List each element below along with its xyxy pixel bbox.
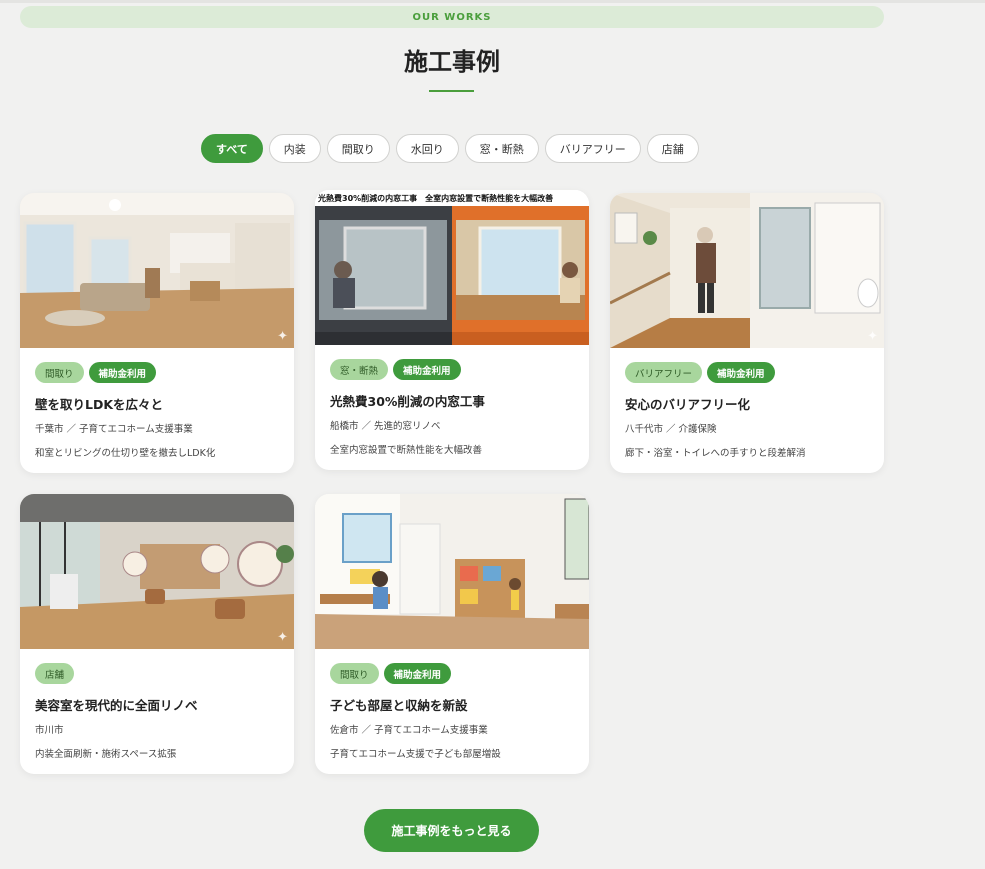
card-title: 子ども部屋と収納を新設 [330,698,468,713]
view-more-button[interactable]: 施工事例をもっと見る [364,809,539,852]
filter-interior[interactable]: 内装 [268,134,321,163]
subsidy-tag: 補助金利用 [88,362,157,383]
subsidy-tag: 補助金利用 [707,362,775,383]
title-underline [429,90,474,92]
filter-bar: すべて 内装 間取り 水回り 窓・断熱 バリアフリー 店舗 [201,134,699,163]
card-description: 内装全面刷新・施術スペース拡張 [35,749,177,760]
subsidy-tag: 補助金利用 [393,359,461,380]
work-card[interactable]: ✦ 店舗 美容室を現代的に全面リノベ 市川市 内装全面刷新・施術スペース拡張 [20,494,294,774]
living-room-photo: ✦ [20,193,294,348]
filter-window-insulation[interactable]: 窓・断熱 [464,134,539,163]
card-description: 子育てエコホーム支援で子ども部屋増設 [330,749,501,760]
sparkle-icon: ✦ [867,329,878,344]
card-description: 全室内窓設置で断熱性能を大幅改善 [330,445,483,456]
page-title: 施工事例 [404,47,500,76]
filter-store[interactable]: 店舗 [646,134,699,163]
salon-interior-photo: ✦ [20,494,294,649]
card-title: 壁を取りLDKを広々と [35,397,164,412]
sparkle-icon: ✦ [277,630,288,645]
work-card[interactable]: 間取り 補助金利用 子ども部屋と収納を新設 佐倉市 ／ 子育てエコホーム支援事業… [315,494,589,774]
card-meta: 船橋市 ／ 先進的窓リノベ [330,421,441,432]
card-title: 光熱費30%削減の内窓工事 [330,394,485,409]
barrier-free-hallway-photo: ✦ [610,193,884,348]
filter-plumbing[interactable]: 水回り [395,134,459,163]
category-tag: 店舗 [35,663,75,684]
sparkle-icon: ✦ [277,329,288,344]
subsidy-tag: 補助金利用 [383,663,452,684]
category-tag: 窓・断熱 [330,359,389,380]
work-card[interactable]: ✦ バリアフリー 補助金利用 安心のバリアフリー化 八千代市 ／ 介護保険 廊下… [610,193,884,473]
section-eyebrow: OUR WORKS [20,6,884,28]
card-meta: 市川市 [35,725,64,736]
category-tag: 間取り [330,663,379,684]
work-card[interactable]: 光熱費30%削減の内窓工事 全室内窓設置で断熱性能を大幅改善 窓・断熱 補助金利… [315,190,589,470]
work-card[interactable]: ✦ 間取り 補助金利用 壁を取りLDKを広々と 千葉市 ／ 子育てエコホーム支援… [20,193,294,473]
card-meta: 千葉市 ／ 子育てエコホーム支援事業 [35,424,193,435]
card-title: 安心のバリアフリー化 [625,397,751,412]
card-meta: 八千代市 ／ 介護保険 [625,424,717,435]
top-divider [0,0,985,3]
filter-all[interactable]: すべて [201,134,263,163]
card-description: 和室とリビングの仕切り壁を撤去しLDK化 [35,448,216,459]
window-insulation-photo: 光熱費30%削減の内窓工事 全室内窓設置で断熱性能を大幅改善 [315,190,589,345]
filter-layout[interactable]: 間取り [326,134,390,163]
filter-barrier-free[interactable]: バリアフリー [544,134,641,163]
card-meta: 佐倉市 ／ 子育てエコホーム支援事業 [330,725,488,736]
kids-room-photo [315,494,589,649]
card-title: 美容室を現代的に全面リノベ [35,698,198,713]
photo-banner: 光熱費30%削減の内窓工事 全室内窓設置で断熱性能を大幅改善 [315,190,589,206]
category-tag: 間取り [35,362,84,383]
card-description: 廊下・浴室・トイレへの手すりと段差解消 [625,448,806,459]
category-tag: バリアフリー [625,362,703,383]
